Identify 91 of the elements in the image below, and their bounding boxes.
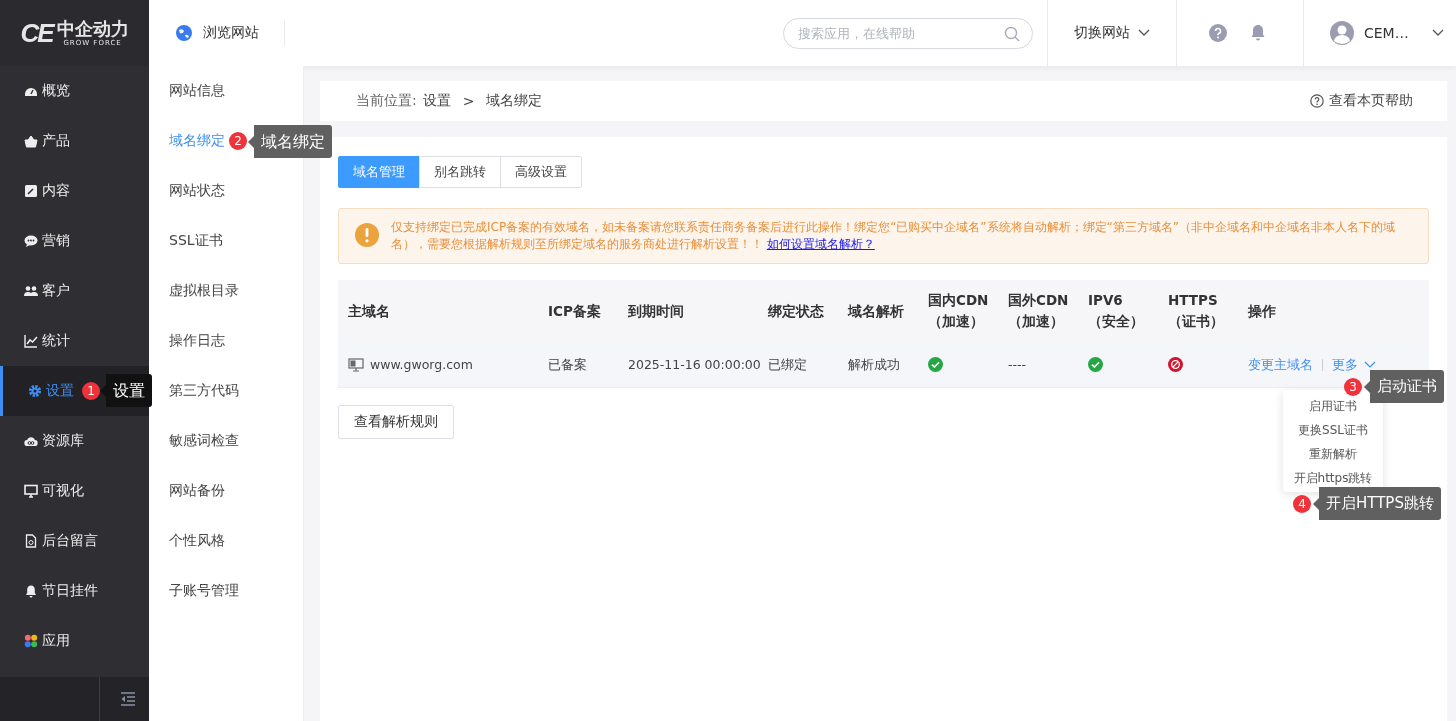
menu-label: 客户 (42, 282, 70, 300)
submenu-item[interactable]: 虚拟根目录 (169, 282, 239, 300)
column-header: IPV6（安全） (1087, 291, 1145, 331)
breadcrumb-separator: > (462, 93, 475, 109)
monitor-icon (348, 357, 364, 372)
warning-icon (355, 223, 379, 247)
submenu-item[interactable]: 子账号管理 (169, 582, 239, 600)
sidebar-item[interactable]: 营销 (0, 216, 149, 266)
bell-icon[interactable] (1249, 24, 1267, 42)
column-header: 域名解析 (846, 301, 905, 321)
column-header: 绑定状态 (767, 301, 825, 321)
chevron-down-icon (1432, 29, 1444, 37)
table-cell-text: 已绑定 (768, 356, 807, 374)
menu-label: 节日挂件 (42, 582, 98, 600)
menu-label: 内容 (42, 182, 70, 200)
column-header: 主域名 (347, 301, 391, 321)
column-header: ICP备案 (547, 301, 602, 321)
search-icon (1004, 25, 1020, 42)
chevron-down-icon (1138, 29, 1150, 37)
notice-text: 仅支持绑定已完成ICP备案的有效域名，如未备案请您联系责任商务备案后进行此操作！绑定您“已购买中企域名”系统将自动解析；绑定“第三方域名”（非中企域名和中企域名非本人名下的域名），需要您根据解析规则至所绑定域名的服务商处进行解析设置！！ 如何设置域名解析？ (391, 219, 1397, 253)
column-header: 到期时间 (627, 301, 685, 321)
sidebar-item[interactable]: 后台留言 (0, 516, 149, 566)
breadcrumb-label: 当前位置: (356, 92, 417, 110)
sidebar-item[interactable]: 客户 (0, 266, 149, 316)
step-badge: 1 (82, 382, 100, 400)
table-cell-text: 2025-11-16 00:00:00 (628, 356, 761, 374)
submenu-item[interactable]: 网站备份 (169, 482, 225, 500)
user-menu[interactable]: CEM… (1304, 21, 1456, 45)
submenu-item[interactable]: SSL证书 (169, 232, 223, 250)
menu-label: 应用 (42, 632, 70, 650)
submenu-item[interactable]: 个性风格 (169, 532, 225, 550)
submenu-item[interactable]: 网站状态 (169, 182, 225, 200)
submenu-item[interactable]: 第三方代码 (169, 382, 239, 400)
menu-label: 设置 (46, 382, 74, 400)
sidebar-item[interactable]: 统计 (0, 316, 149, 366)
sidebar-item[interactable]: 资源库 (0, 416, 149, 466)
sidebar-item[interactable]: 产品 (0, 116, 149, 166)
column-header: 国外CDN（加速） (1007, 291, 1070, 331)
menu-label: 概览 (42, 82, 70, 100)
step-badge: 2 (229, 132, 247, 150)
table-cell-text: 已备案 (548, 356, 587, 374)
success-icon (1088, 357, 1103, 372)
view-rules-button[interactable]: 查看解析规则 (338, 405, 454, 439)
menu-label: 资源库 (42, 432, 84, 450)
menu-label: 产品 (42, 132, 70, 150)
success-icon (928, 357, 943, 372)
callout-label: 启动证书 (1364, 370, 1444, 403)
browse-site-link[interactable]: 浏览网站 (175, 24, 259, 42)
globe-icon (175, 24, 193, 42)
chevron-down-icon[interactable] (1364, 360, 1376, 369)
submenu-item[interactable]: 敏感词检查 (169, 432, 239, 450)
breadcrumb-item[interactable]: 设置 (422, 92, 451, 110)
table-cell-text: ---- (1008, 356, 1027, 374)
sidebar-item[interactable]: 可视化 (0, 466, 149, 516)
menu-label: 后台留言 (42, 532, 98, 550)
column-header: 操作 (1247, 301, 1277, 321)
breadcrumb-item[interactable]: 域名绑定 (486, 92, 543, 110)
tab[interactable]: 别名跳转 (419, 156, 501, 188)
help-icon[interactable] (1209, 24, 1227, 42)
help-icon (1310, 94, 1324, 108)
menu-item[interactable]: 开启https跳转 (1293, 469, 1373, 487)
sidebar-item[interactable]: 节日挂件 (0, 566, 149, 616)
submenu-item[interactable]: 操作日志 (169, 332, 225, 350)
search-field[interactable]: 搜索应用，在线帮助 (783, 17, 1033, 49)
column-header: HTTPS（证书） (1167, 291, 1225, 331)
collapse-icon[interactable] (120, 692, 136, 706)
table-cell-text: 解析成功 (848, 356, 900, 374)
menu-item[interactable]: 更换SSL证书 (1298, 421, 1368, 439)
callout-label: 域名绑定 (248, 125, 332, 158)
menu-label: 可视化 (42, 482, 84, 500)
menu-label: 营销 (42, 232, 70, 250)
sidebar-item[interactable]: 概览 (0, 66, 149, 116)
domain-text: www.gworg.com (370, 356, 473, 374)
menu-item[interactable]: 重新解析 (1309, 445, 1357, 463)
menu-label: 统计 (42, 332, 70, 350)
step-badge: 4 (1293, 494, 1311, 513)
sidebar-item[interactable]: 设置 1 设置 (0, 366, 149, 416)
help-link[interactable]: 如何设置域名解析？ (766, 237, 875, 251)
tab[interactable]: 高级设置 (500, 156, 582, 188)
switch-site-button[interactable]: 切换网站 (1048, 13, 1176, 53)
submenu-item[interactable]: 网站信息 (169, 82, 225, 100)
menu-item[interactable]: 启用证书 (1309, 397, 1357, 415)
callout-label: 设置 (100, 374, 152, 407)
sidebar-item[interactable]: 内容 (0, 166, 149, 216)
avatar-icon (1330, 21, 1354, 45)
column-header: 国内CDN（加速） (927, 291, 990, 331)
sidebar-item[interactable]: 应用 (0, 616, 149, 666)
forbidden-icon (1168, 357, 1183, 372)
callout-label: 开启HTTPS跳转 (1313, 487, 1441, 520)
submenu-item[interactable]: 域名绑定 (169, 132, 225, 150)
page-help-link[interactable]: 查看本页帮助 (1310, 92, 1413, 110)
